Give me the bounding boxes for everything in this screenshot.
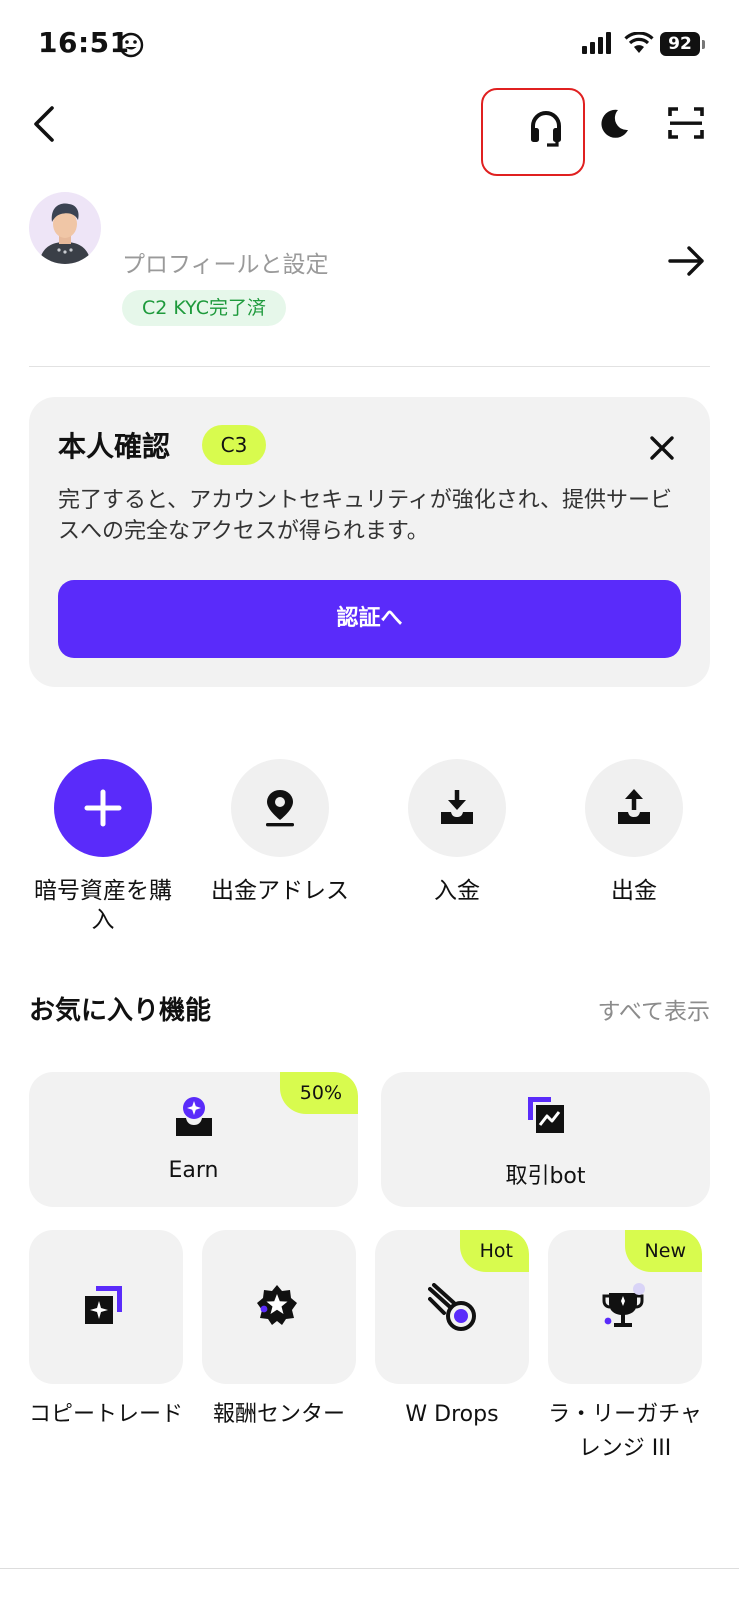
- deposit-icon: [441, 790, 473, 824]
- new-badge: New: [624, 1230, 702, 1272]
- status-bar: 16:51 92: [0, 0, 739, 80]
- earn-icon: [176, 1097, 212, 1136]
- reward-center-tile[interactable]: [202, 1230, 356, 1384]
- trading-bot-icon: [528, 1097, 564, 1133]
- trading-bot-tile[interactable]: 取引bot: [381, 1072, 710, 1207]
- withdraw-action[interactable]: 出金: [554, 759, 714, 906]
- verify-button[interactable]: 認証へ: [58, 580, 681, 658]
- reward-star-icon: [257, 1285, 297, 1325]
- w-drops-label: W Drops: [405, 1402, 499, 1427]
- trophy-icon: [602, 1283, 645, 1327]
- headset-icon: [531, 111, 561, 147]
- battery-indicator: 92: [660, 32, 700, 56]
- wifi-icon: [624, 32, 654, 53]
- withdraw-address-action[interactable]: 出金アドレス: [200, 759, 360, 906]
- deposit-button[interactable]: [408, 759, 506, 857]
- support-button[interactable]: [481, 88, 585, 176]
- favorites-title: お気に入り機能: [29, 996, 212, 1026]
- deposit-label: 入金: [434, 878, 480, 904]
- copy-trade-label: コピートレード: [28, 1402, 183, 1427]
- copy-trade-icon: [85, 1286, 122, 1324]
- moon-icon: [601, 109, 628, 138]
- profile-arrow-button[interactable]: [666, 240, 708, 286]
- kyc-status-badge: C2 KYC完了済: [122, 290, 287, 326]
- earn-tile[interactable]: 50% Earn: [29, 1072, 358, 1207]
- verify-level-badge: C3: [202, 425, 266, 465]
- view-all-link[interactable]: すべて表示: [598, 992, 710, 1026]
- withdraw-address-button[interactable]: [231, 759, 329, 857]
- status-time: 16:51: [38, 26, 130, 59]
- theme-toggle-button[interactable]: [596, 106, 632, 146]
- location-pin-icon: [266, 790, 294, 827]
- arrow-right-icon: [668, 246, 704, 276]
- buy-crypto-action[interactable]: 暗号資産を購入: [23, 759, 183, 935]
- earn-badge: 50%: [279, 1072, 358, 1114]
- deposit-action[interactable]: 入金: [377, 759, 537, 906]
- la-liga-challenge-label: ラ・リーガチャレンジ III: [548, 1402, 702, 1461]
- divider: [29, 366, 710, 367]
- identity-verification-card: 本人確認 C3 完了すると、アカウントセキュリティが強化され、提供サービスへの完…: [29, 397, 710, 687]
- earn-label: Earn: [168, 1158, 219, 1183]
- verify-description: 完了すると、アカウントセキュリティが強化され、提供サービスへの完全なアクセスが得…: [58, 488, 673, 544]
- buy-crypto-button[interactable]: [54, 759, 152, 857]
- withdraw-label: 出金: [611, 878, 657, 904]
- close-icon: [650, 436, 674, 460]
- bottom-divider: [0, 1568, 739, 1569]
- verify-title: 本人確認: [58, 430, 171, 463]
- chevron-left-icon: [34, 106, 54, 142]
- reward-center-label: 報酬センター: [212, 1402, 345, 1427]
- la-liga-challenge-tile[interactable]: New: [548, 1230, 702, 1384]
- drops-comet-icon: [428, 1283, 476, 1331]
- trading-bot-label: 取引bot: [505, 1164, 586, 1189]
- back-button[interactable]: [26, 102, 66, 146]
- signal-icon: [582, 32, 611, 54]
- withdraw-icon: [618, 789, 650, 824]
- battery-cap: [702, 40, 705, 49]
- plus-icon: [84, 789, 122, 827]
- profile-settings-link[interactable]: プロフィールと設定: [122, 245, 329, 279]
- buy-crypto-label: 暗号資産を購入: [34, 878, 172, 933]
- smiley-icon: [118, 32, 144, 58]
- scan-button[interactable]: [668, 106, 704, 144]
- withdraw-address-label: 出金アドレス: [211, 878, 349, 904]
- w-drops-tile[interactable]: Hot: [375, 1230, 529, 1384]
- user-avatar-icon: [39, 203, 91, 264]
- hot-badge: Hot: [459, 1230, 529, 1272]
- scan-icon: [668, 107, 704, 139]
- withdraw-button[interactable]: [585, 759, 683, 857]
- copy-trade-tile[interactable]: [29, 1230, 183, 1384]
- avatar[interactable]: [29, 192, 101, 264]
- close-button[interactable]: [649, 435, 675, 465]
